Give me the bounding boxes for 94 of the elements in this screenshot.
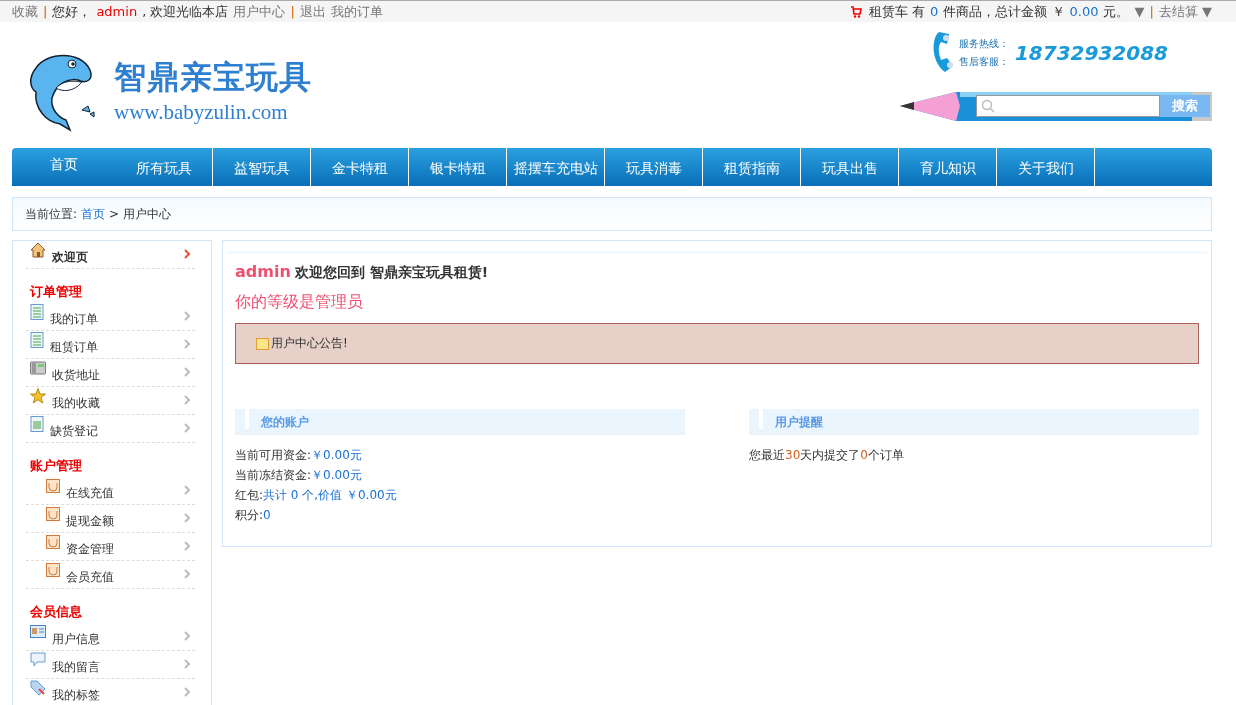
sidebar-item[interactable]: 收货地址 — [26, 359, 195, 387]
nav-link[interactable]: 银卡特租 — [409, 148, 507, 186]
cart-text: 0.00 — [1069, 4, 1099, 19]
cart-icon — [849, 5, 862, 18]
level-text: 你的等级是管理员 — [235, 292, 364, 313]
sidebar-item[interactable]: 欢迎页 — [26, 241, 195, 269]
chevron-icon — [184, 367, 191, 377]
account-line: 当前可用资金:￥0.00元 — [235, 447, 363, 464]
top-link[interactable]: 退出 — [299, 2, 326, 21]
document-icon — [30, 303, 44, 320]
sidebar-section-title: 订单管理 — [30, 283, 83, 301]
account-line: 积分:0 — [235, 507, 272, 524]
speech-bubble-icon — [30, 652, 46, 667]
cart-text: 租赁车 有 — [868, 2, 926, 21]
chevron-icon — [184, 423, 191, 433]
pocket-icon — [46, 506, 60, 521]
chevron-icon — [184, 513, 191, 523]
sidebar-item[interactable]: 提现金额 — [26, 505, 195, 533]
sidebar-section-title: 会员信息 — [30, 603, 83, 621]
logo-title: 智鼎亲宝玩具 — [114, 56, 312, 98]
cart-text: 元。 — [1103, 2, 1130, 21]
cart-text: 件商品，总计金额 ￥ — [943, 2, 1065, 21]
separator: | — [1149, 4, 1154, 19]
notice-text: 用户中心公告! — [271, 335, 348, 352]
chevron-icon — [184, 249, 191, 259]
sidebar-item[interactable]: 资金管理 — [26, 533, 195, 561]
chevron-icon — [184, 339, 191, 349]
nav-link[interactable]: 玩具消毒 — [605, 148, 703, 186]
sidebar-item[interactable]: 租赁订单 — [26, 331, 195, 359]
sidebar-item[interactable]: 我的标签 — [26, 679, 195, 705]
separator: | — [43, 4, 48, 19]
breadcrumb-label: 当前位置: — [25, 205, 78, 223]
sidebar-section-title: 账户管理 — [30, 457, 83, 475]
separator: | — [290, 4, 295, 19]
chevron-icon — [184, 687, 191, 697]
nav-link[interactable]: 摇摆车充电站 — [507, 148, 605, 186]
phone-number: 18732932088 — [1014, 40, 1168, 65]
house-icon — [30, 241, 46, 258]
nav-link[interactable]: 益智玩具 — [213, 148, 311, 186]
note-icon — [256, 337, 269, 350]
panel-title: 用户提醒 — [775, 413, 823, 431]
chevron-icon — [184, 541, 191, 551]
nav-link[interactable]: 金卡特租 — [311, 148, 409, 186]
search-icon — [981, 99, 995, 113]
top-link[interactable]: 收藏 — [12, 2, 38, 21]
sidebar-item[interactable]: 缺货登记 — [26, 415, 195, 443]
document-icon — [30, 331, 44, 348]
chevron-icon — [184, 631, 191, 641]
pocket-icon — [46, 534, 60, 549]
chevron-icon — [184, 569, 191, 579]
sidebar-item[interactable]: 我的收藏 — [26, 387, 195, 415]
spreadsheet-icon — [30, 415, 44, 432]
sidebar-item[interactable]: 我的留言 — [26, 651, 195, 679]
top-link[interactable]: 用户中心 — [233, 2, 286, 21]
sidebar-item[interactable]: 我的订单 — [26, 303, 195, 331]
nav-link[interactable]: 玩具出售 — [801, 148, 899, 186]
logo-url: www.babyzulin.com — [114, 99, 289, 125]
chevron-icon — [184, 311, 191, 321]
sidebar-item[interactable]: 会员充值 — [26, 561, 195, 589]
cart-link[interactable]: ▼ — [1134, 4, 1145, 19]
chevron-icon — [184, 485, 191, 495]
search-field[interactable] — [976, 95, 1160, 117]
account-line: 当前冻结资金:￥0.00元 — [235, 467, 363, 484]
user-name: admin — [235, 262, 291, 281]
nav-link[interactable]: 租赁指南 — [703, 148, 801, 186]
nav-link[interactable]: 育儿知识 — [899, 148, 997, 186]
chevron-icon — [184, 395, 191, 405]
reminder-text: 您最近30天内提交了 0个订单 — [749, 447, 905, 464]
nav-link[interactable]: 关于我们 — [997, 148, 1095, 186]
cart-link[interactable]: 去结算 ▼ — [1158, 2, 1212, 21]
breadcrumb-link[interactable]: 首页 — [81, 205, 106, 223]
panel-title: 您的账户 — [261, 413, 309, 431]
nav-link[interactable]: 首页 — [12, 148, 115, 186]
top-text: admin — [96, 4, 138, 19]
top-text: 您好， — [52, 2, 92, 21]
breadcrumb-separator: > — [109, 207, 120, 221]
pocket-icon — [46, 478, 60, 493]
telephone-icon — [30, 360, 46, 375]
star-icon — [30, 387, 46, 404]
hotline-label: 售后客服： — [958, 54, 1009, 69]
hotline-label: 服务热线： — [958, 36, 1009, 51]
pocket-icon — [46, 562, 60, 577]
cart-text: 0 — [930, 4, 939, 19]
top-text: , 欢迎光临本店 — [142, 2, 229, 21]
nav-link[interactable]: 所有玩具 — [115, 148, 213, 186]
sidebar-item[interactable]: 在线充值 — [26, 477, 195, 505]
account-line: 红包:共计 0 个,价值 ￥0.00元 — [235, 487, 398, 504]
chevron-icon — [184, 659, 191, 669]
top-link[interactable]: 我的订单 — [330, 2, 383, 21]
sidebar-item[interactable]: 用户信息 — [26, 623, 195, 651]
tag-icon — [30, 679, 46, 696]
welcome-text: 欢迎您回到 智鼎亲宝玩具租赁! — [294, 264, 489, 282]
id-card-icon — [30, 625, 46, 638]
breadcrumb-current: 用户中心 — [123, 205, 172, 223]
